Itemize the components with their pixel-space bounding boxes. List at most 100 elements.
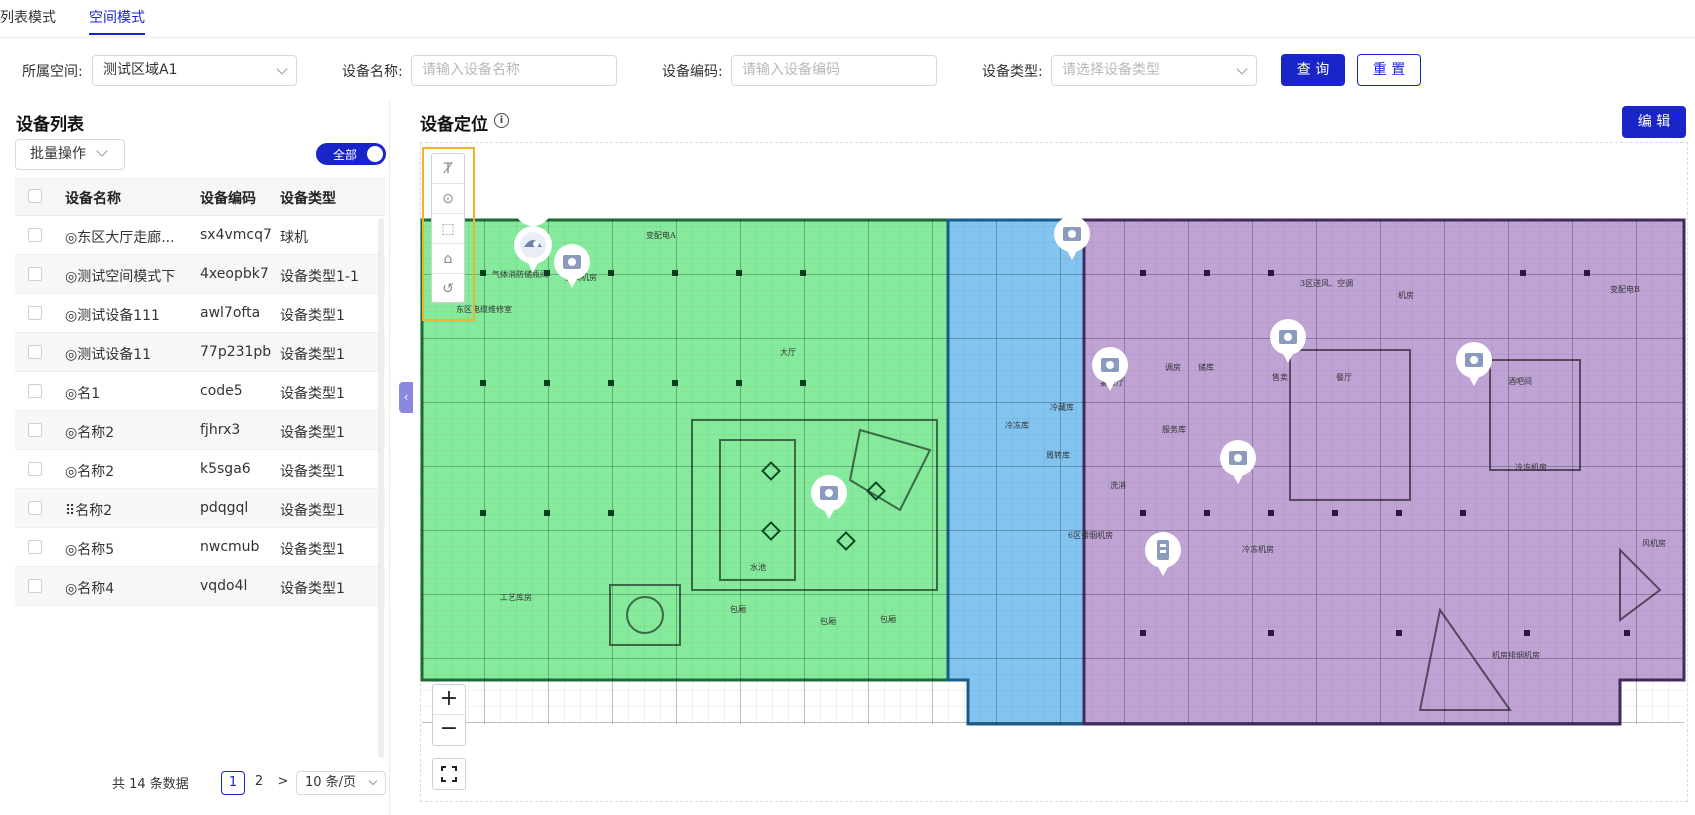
device-status-icon: ◎ <box>65 230 78 246</box>
table-scrollbar[interactable] <box>378 218 384 758</box>
space-select-value: 测试区域A1 <box>103 62 178 78</box>
drawing-toolbar: Ⱦ ⊙ ⬚ ⌂ ↺ <box>431 153 465 303</box>
fullscreen-button[interactable] <box>432 758 466 790</box>
page-size-select[interactable]: 10 条/页 <box>296 771 386 795</box>
table-row[interactable]: ◎名1 code5 设备类型1 <box>15 372 385 411</box>
page-2-button[interactable]: 2 <box>247 771 271 795</box>
row-checkbox[interactable] <box>28 579 42 593</box>
table-row[interactable]: ◎测试设备111 awl7ofta 设备类型1 <box>15 294 385 333</box>
device-name-text: 测试设备111 <box>77 308 160 324</box>
device-name-cell: ◎名称2 <box>65 461 185 481</box>
edit-button[interactable]: 编 辑 <box>1622 106 1686 138</box>
undo-tool-icon[interactable]: ↺ <box>432 274 464 304</box>
device-name-cell: ◎测试空间模式下 <box>65 266 185 286</box>
table-row[interactable]: ◎测试设备11 77p231pb 设备类型1 <box>15 333 385 372</box>
tab-list-mode[interactable]: 列表模式 <box>0 7 56 27</box>
svg-text:洗消: 洗消 <box>1110 480 1126 490</box>
svg-text:冷冻机房: 冷冻机房 <box>1515 462 1547 472</box>
table-row[interactable]: ⠿名称2 pdqgql 设备类型1 <box>15 489 385 528</box>
row-checkbox[interactable] <box>28 306 42 320</box>
table-row[interactable]: ◎名称4 vqdo4l 设备类型1 <box>15 567 385 606</box>
tab-space-mode[interactable]: 空间模式 <box>89 7 145 27</box>
row-checkbox[interactable] <box>28 228 42 242</box>
chevron-down-icon <box>276 63 288 75</box>
svg-text:水池: 水池 <box>750 562 766 572</box>
device-name-cell: ⠿名称2 <box>65 500 185 520</box>
device-list-title: 设备列表 <box>16 115 84 135</box>
building-tool-icon[interactable]: ⌂ <box>432 244 464 274</box>
toggle-label: 全部 <box>333 148 358 162</box>
row-checkbox[interactable] <box>28 540 42 554</box>
clear-tool-icon[interactable]: Ⱦ <box>432 154 464 184</box>
svg-text:服务库: 服务库 <box>1162 424 1186 434</box>
row-checkbox[interactable] <box>28 384 42 398</box>
floorplan[interactable]: 变配电A 气体消防储瓶间 东区电缆维修室 大厅 空调机房 3区送风、空调 机房 … <box>420 210 1688 730</box>
device-name-text: 测试设备11 <box>77 347 152 363</box>
marker-tool-icon[interactable]: ⊙ <box>432 184 464 214</box>
batch-operation-button[interactable]: 批量操作 <box>15 139 125 170</box>
device-type-cell: 设备类型1 <box>280 581 345 597</box>
svg-text:包厢: 包厢 <box>730 604 746 614</box>
batch-operation-label: 批量操作 <box>30 146 86 162</box>
device-name-placeholder: 请输入设备名称 <box>422 62 520 78</box>
svg-text:大厅: 大厅 <box>780 347 796 357</box>
show-all-toggle[interactable]: 全部 <box>316 143 386 165</box>
device-type-cell: 设备类型1 <box>280 386 345 402</box>
svg-text:包厢: 包厢 <box>820 616 836 626</box>
table-row[interactable]: ◎名称2 fjhrx3 设备类型1 <box>15 411 385 450</box>
device-name-cell: ◎名称2 <box>65 422 185 442</box>
device-type-cell: 设备类型1 <box>280 503 345 519</box>
device-type-select[interactable]: 请选择设备类型 <box>1051 55 1257 86</box>
map-title: 设备定位 <box>420 115 488 135</box>
svg-text:餐厅: 餐厅 <box>1336 373 1352 382</box>
svg-text:6区排烟机房: 6区排烟机房 <box>1068 530 1113 540</box>
table-row[interactable]: ◎测试空间模式下 4xeopbk7 设备类型1-1 <box>15 255 385 294</box>
device-status-icon: ◎ <box>65 425 78 441</box>
device-name-input[interactable]: 请输入设备名称 <box>411 55 617 86</box>
device-name-cell: ◎名称4 <box>65 578 185 598</box>
row-checkbox[interactable] <box>28 423 42 437</box>
device-code-cell: nwcmub <box>200 539 260 555</box>
device-name-text: 名称2 <box>75 503 113 519</box>
table-row[interactable]: ◎名称5 nwcmub 设备类型1 <box>15 528 385 567</box>
zoom-out-button[interactable]: − <box>433 715 465 745</box>
reset-button[interactable]: 重 置 <box>1357 54 1421 86</box>
device-status-icon: ◎ <box>65 347 78 363</box>
row-checkbox[interactable] <box>28 501 42 515</box>
select-all-checkbox[interactable] <box>28 189 42 203</box>
page-1-button[interactable]: 1 <box>221 771 245 795</box>
svg-text:调房: 调房 <box>1165 362 1181 372</box>
column-header-name: 设备名称 <box>65 191 121 207</box>
row-checkbox[interactable] <box>28 345 42 359</box>
svg-text:机房: 机房 <box>1398 290 1414 300</box>
active-tab-indicator <box>89 33 145 35</box>
row-checkbox[interactable] <box>28 267 42 281</box>
zoom-in-button[interactable]: + <box>433 685 465 715</box>
rect-select-tool-icon[interactable]: ⬚ <box>432 214 464 244</box>
column-header-code: 设备编码 <box>200 191 256 207</box>
device-type-cell: 设备类型1 <box>280 347 345 363</box>
space-select[interactable]: 测试区域A1 <box>92 55 297 86</box>
device-code-input[interactable]: 请输入设备编码 <box>731 55 937 86</box>
chevron-down-icon <box>96 145 108 157</box>
query-button[interactable]: 查 询 <box>1281 54 1345 86</box>
device-code-cell: vqdo4l <box>200 578 248 594</box>
svg-text:冷冻库: 冷冻库 <box>1005 420 1029 430</box>
table-row[interactable]: ◎东区大厅走廊... sx4vmcq7 球机 <box>15 216 385 255</box>
name-filter-label: 设备名称: <box>342 64 403 80</box>
next-page-button[interactable]: > <box>271 771 295 795</box>
device-status-icon: ◎ <box>65 386 78 402</box>
svg-text:风机房: 风机房 <box>1642 538 1666 548</box>
info-icon[interactable]: i <box>494 113 509 128</box>
device-code-cell: pdqgql <box>200 500 249 516</box>
device-code-cell: k5sga6 <box>200 461 251 477</box>
zoom-controls: + − <box>432 684 466 746</box>
svg-text:机房排烟机房: 机房排烟机房 <box>1492 650 1540 660</box>
device-code-cell: 4xeopbk7 <box>200 266 269 282</box>
svg-text:气体消防储瓶间: 气体消防储瓶间 <box>492 269 548 279</box>
row-checkbox[interactable] <box>28 462 42 476</box>
table-row[interactable]: ◎名称2 k5sga6 设备类型1 <box>15 450 385 489</box>
collapse-panel-button[interactable]: ‹ <box>399 382 413 413</box>
page-size-value: 10 条/页 <box>305 775 357 790</box>
device-name-cell: ◎东区大厅走廊... <box>65 227 185 247</box>
